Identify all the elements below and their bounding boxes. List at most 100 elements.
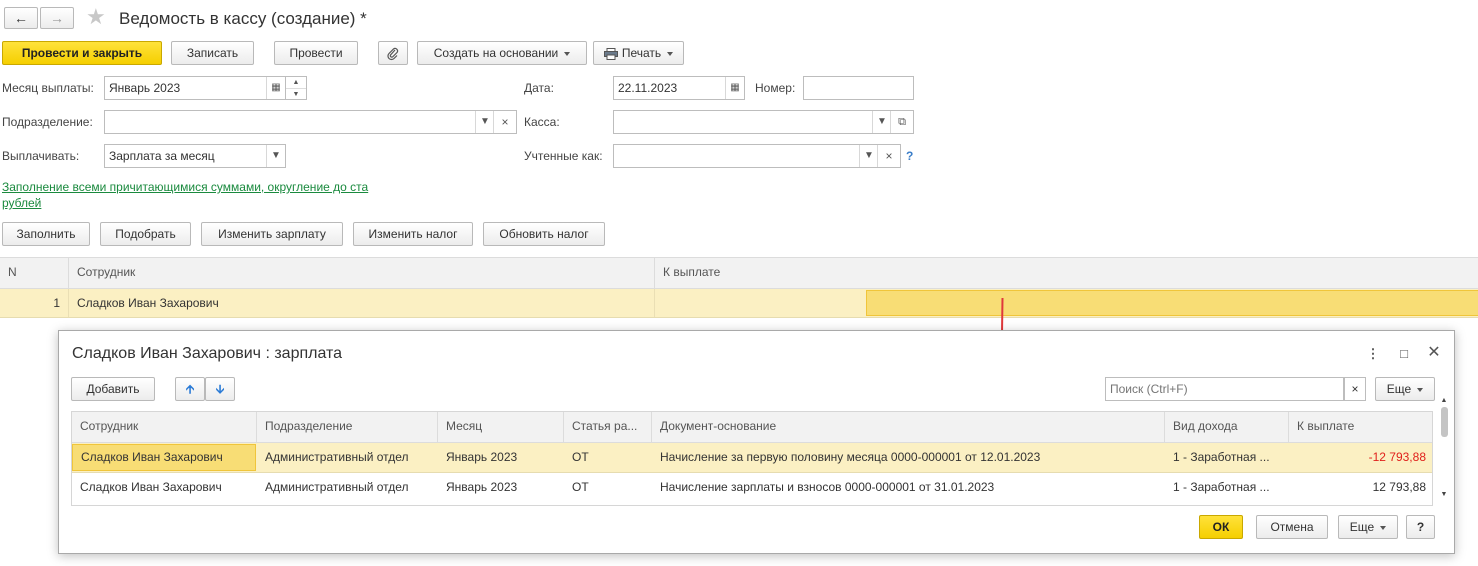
close-icon[interactable]: ✕ [1426, 345, 1442, 361]
create-based-on-button[interactable]: Создать на основании [417, 41, 587, 65]
row-article[interactable]: ОТ [564, 473, 652, 502]
chevron-down-icon[interactable]: ▼ [859, 145, 878, 167]
search-input[interactable] [1105, 377, 1344, 401]
fill-rounding-link-line2[interactable]: рублей [2, 195, 41, 211]
pay-value: Зарплата за месяц [109, 149, 215, 163]
date-label: Дата: [524, 81, 554, 95]
row-article[interactable]: ОТ [564, 443, 652, 472]
department-field[interactable]: ▼ × [104, 110, 517, 134]
row-amount[interactable] [655, 289, 865, 317]
column-header-amount[interactable]: К выплате [1289, 412, 1432, 442]
calendar-icon[interactable]: ▦ [266, 77, 285, 99]
post-button[interactable]: Провести [274, 41, 358, 65]
print-label: Печать [621, 46, 662, 60]
forward-button[interactable]: → [40, 7, 74, 29]
chevron-down-icon[interactable]: ▼ [475, 111, 494, 133]
open-icon[interactable]: ⧉ [890, 111, 913, 133]
save-button[interactable]: Записать [171, 41, 254, 65]
cash-field[interactable]: ▼ ⧉ [613, 110, 914, 134]
fill-rounding-link-line1[interactable]: Заполнение всеми причитающимися суммами,… [2, 179, 368, 195]
calendar-icon[interactable]: ▦ [725, 77, 744, 99]
main-table: N Сотрудник К выплате 1 Сладков Иван Зах… [0, 257, 1478, 320]
table-row[interactable]: 1 Сладков Иван Захарович [0, 289, 1478, 318]
add-button[interactable]: Добавить [71, 377, 155, 401]
row-employee[interactable]: Сладков Иван Захарович [69, 289, 655, 317]
ok-button[interactable]: ОК [1199, 515, 1243, 539]
create-based-on-label: Создать на основании [433, 46, 559, 60]
pick-button[interactable]: Подобрать [100, 222, 191, 246]
column-header-income-type[interactable]: Вид дохода [1165, 412, 1289, 442]
row-department[interactable]: Административный отдел [257, 443, 438, 472]
chevron-down-icon [564, 51, 571, 56]
scrollbar[interactable]: ▲ ▼ [1439, 397, 1449, 503]
dialog-title: Сладков Иван Захарович : зарплата [72, 345, 343, 362]
scroll-thumb[interactable] [1440, 407, 1448, 437]
chevron-down-icon [1417, 387, 1424, 392]
scroll-down-icon[interactable]: ▼ [1439, 491, 1449, 499]
help-icon[interactable]: ? [906, 144, 913, 168]
month-value: Январь 2023 [109, 81, 181, 95]
row-employee[interactable]: Сладков Иван Захарович [72, 473, 257, 502]
row-income-type[interactable]: 1 - Заработная ... [1165, 473, 1289, 502]
date-value: 22.11.2023 [618, 81, 678, 95]
attach-button[interactable] [378, 41, 408, 65]
number-field[interactable] [803, 76, 914, 100]
more-footer-button[interactable]: Еще [1338, 515, 1398, 539]
row-document[interactable]: Начисление зарплаты и взносов 0000-00000… [652, 473, 1165, 502]
clear-icon[interactable]: × [493, 111, 516, 133]
row-amount[interactable]: -12 793,88 [1289, 443, 1432, 472]
fill-button[interactable]: Заполнить [2, 222, 90, 246]
month-stepper[interactable]: ▲ ▼ [286, 76, 307, 100]
stepper-down-icon[interactable]: ▼ [286, 89, 306, 99]
search-clear-icon[interactable]: × [1344, 377, 1366, 401]
pay-field[interactable]: Зарплата за месяц ▼ [104, 144, 286, 168]
accounted-label: Учтенные как: [524, 149, 603, 163]
row-document[interactable]: Начисление за первую половину месяца 000… [652, 443, 1165, 472]
month-label: Месяц выплаты: [2, 81, 94, 95]
row-amount[interactable]: 12 793,88 [1289, 473, 1432, 502]
column-header-employee[interactable]: Сотрудник [69, 258, 655, 288]
table-row[interactable]: Сладков Иван Захарович Административный … [72, 473, 1432, 502]
active-amount-cell[interactable] [866, 290, 1478, 316]
row-income-type[interactable]: 1 - Заработная ... [1165, 443, 1289, 472]
row-department[interactable]: Административный отдел [257, 473, 438, 502]
chevron-down-icon[interactable]: ▼ [872, 111, 891, 133]
post-and-close-button[interactable]: Провести и закрыть [2, 41, 162, 65]
move-down-button[interactable]: 🡫 [205, 377, 235, 401]
column-header-month[interactable]: Месяц [438, 412, 564, 442]
row-month[interactable]: Январь 2023 [438, 443, 564, 472]
column-header-department[interactable]: Подразделение [257, 412, 438, 442]
row-employee[interactable]: Сладков Иван Захарович [72, 444, 256, 471]
maximize-icon[interactable]: □ [1396, 346, 1412, 362]
scroll-up-icon[interactable]: ▲ [1439, 397, 1449, 405]
more-button[interactable]: Еще [1375, 377, 1435, 401]
accounted-field[interactable]: ▼ × [613, 144, 901, 168]
table-header: N Сотрудник К выплате [0, 258, 1478, 289]
change-salary-button[interactable]: Изменить зарплату [201, 222, 343, 246]
move-up-button[interactable]: 🡩 [175, 377, 205, 401]
dialog-table: Сотрудник Подразделение Месяц Статья ра.… [71, 411, 1433, 506]
column-header-amount[interactable]: К выплате [655, 258, 1478, 288]
chevron-down-icon[interactable]: ▼ [266, 145, 285, 167]
column-header-employee[interactable]: Сотрудник [72, 412, 257, 442]
month-field[interactable]: Январь 2023 ▦ [104, 76, 286, 100]
more-vertical-icon[interactable]: ⋮ [1365, 346, 1381, 362]
change-tax-button[interactable]: Изменить налог [353, 222, 473, 246]
column-header-n[interactable]: N [0, 258, 69, 288]
clear-icon[interactable]: × [877, 145, 900, 167]
help-button[interactable]: ? [1406, 515, 1435, 539]
favorite-star-icon[interactable]: ★ [86, 4, 106, 30]
stepper-up-icon[interactable]: ▲ [286, 77, 306, 89]
column-header-article[interactable]: Статья ра... [564, 412, 652, 442]
column-header-document[interactable]: Документ-основание [652, 412, 1165, 442]
paperclip-icon [387, 47, 399, 60]
page-title: Ведомость в кассу (создание) * [119, 9, 367, 28]
table-row[interactable]: Сладков Иван Захарович Административный … [72, 443, 1432, 473]
row-month[interactable]: Январь 2023 [438, 473, 564, 502]
back-button[interactable]: ← [4, 7, 38, 29]
date-field[interactable]: 22.11.2023 ▦ [613, 76, 745, 100]
update-tax-button[interactable]: Обновить налог [483, 222, 605, 246]
print-button[interactable]: Печать [593, 41, 684, 65]
cancel-button[interactable]: Отмена [1256, 515, 1328, 539]
more-footer-label: Еще [1349, 520, 1375, 534]
